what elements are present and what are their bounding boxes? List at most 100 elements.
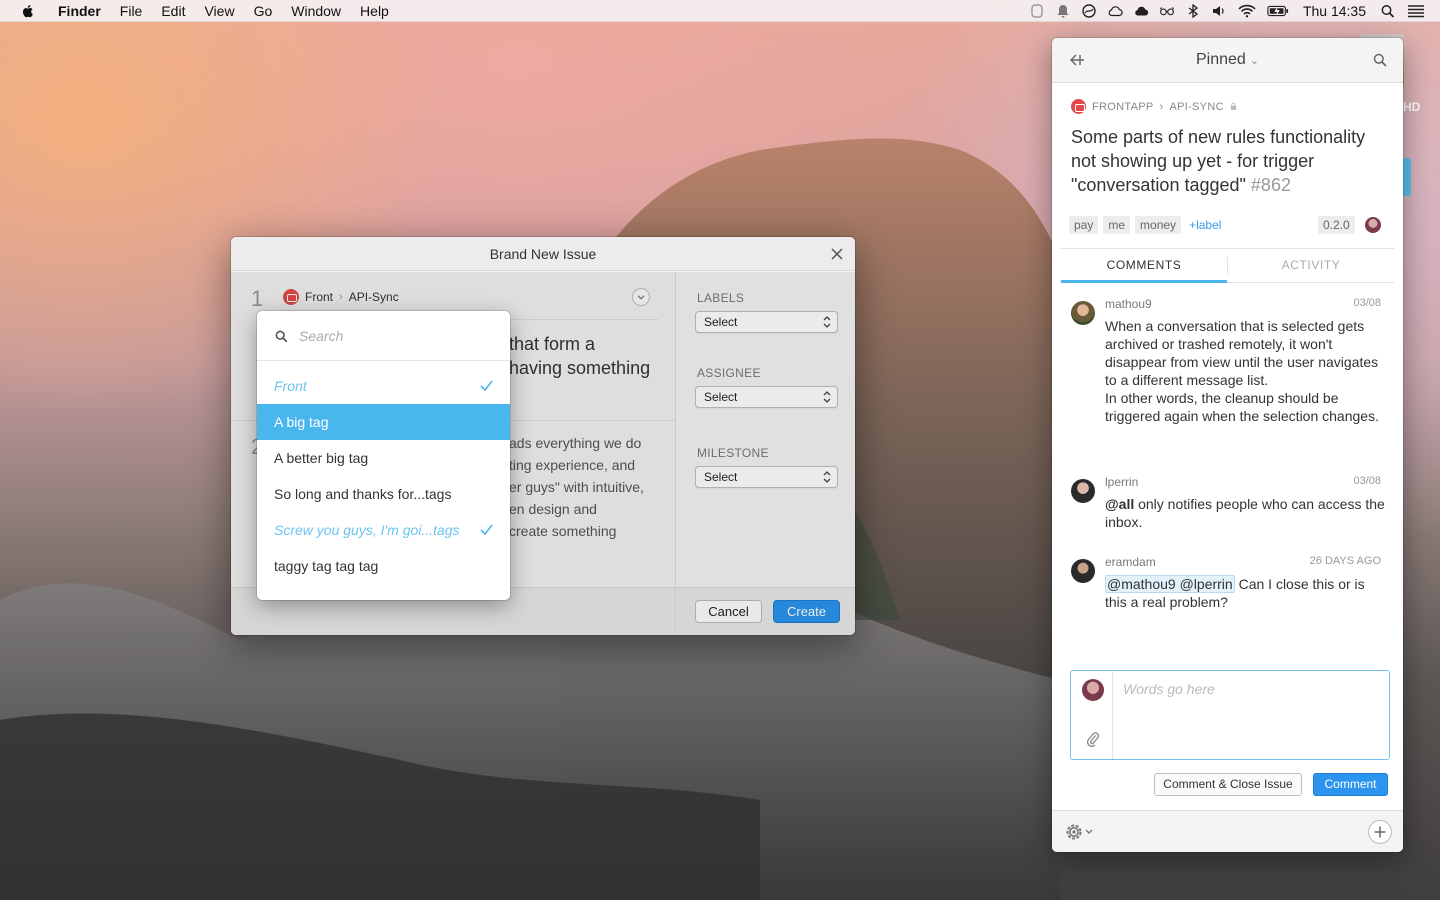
issue-repo-org: FRONTAPP <box>1092 100 1154 113</box>
menu-file[interactable]: File <box>120 3 143 19</box>
gear-icon[interactable] <box>1064 822 1096 842</box>
popover-search <box>257 311 510 361</box>
avatar[interactable] <box>1071 559 1095 583</box>
label-option-taggy[interactable]: taggy tag tag tag <box>257 548 510 584</box>
panel-tabs: COMMENTS ACTIVITY <box>1061 248 1394 283</box>
comment-composer <box>1070 670 1390 760</box>
wifi-icon[interactable] <box>1237 4 1257 18</box>
issue-title-input[interactable]: that form a having something <box>509 332 669 380</box>
milestone-chip[interactable]: 0.2.0 <box>1318 216 1355 234</box>
add-label-button[interactable]: +label <box>1189 218 1221 232</box>
close-icon[interactable] <box>829 246 845 262</box>
do-not-disturb-icon[interactable] <box>1081 3 1097 18</box>
repo-org: Front <box>305 290 334 304</box>
issue-number: #862 <box>1250 175 1291 195</box>
issue-labels: pay me money +label <box>1069 216 1221 234</box>
tab-activity[interactable]: ACTIVITY <box>1228 249 1394 282</box>
list-icon[interactable] <box>1406 4 1426 18</box>
label-option-so-long[interactable]: So long and thanks for...tags <box>257 476 510 512</box>
bell-icon[interactable] <box>1055 4 1071 18</box>
front-logo-icon <box>1071 99 1086 114</box>
comment-button[interactable]: Comment <box>1313 773 1388 796</box>
dialog-sidebar: LABELS Select ASSIGNEE Select MILESTONE … <box>675 272 855 587</box>
apple-logo-icon[interactable] <box>20 3 36 19</box>
menu-help[interactable]: Help <box>360 3 389 19</box>
issue-title-text: Some parts of new rules functionality no… <box>1071 127 1366 195</box>
panel-header: Pinned ⌄ <box>1052 38 1403 83</box>
issue-panel: Pinned ⌄ FRONTAPP › API-SYNC Some parts o… <box>1052 38 1403 852</box>
select-arrows-icon <box>823 391 831 403</box>
search-icon[interactable] <box>1373 53 1387 67</box>
labels-select[interactable]: Select <box>695 311 838 333</box>
assignee-select[interactable]: Select <box>695 386 838 408</box>
notification-icon[interactable] <box>1029 3 1045 18</box>
repo-path[interactable]: Front › API-Sync <box>283 289 399 305</box>
search-icon <box>275 330 288 343</box>
label-group-front[interactable]: Front <box>257 368 510 404</box>
label-option-text: A better big tag <box>274 450 369 466</box>
cloud-filled-icon[interactable] <box>1133 4 1149 18</box>
label-chip[interactable]: me <box>1103 216 1131 234</box>
menu-view[interactable]: View <box>204 3 234 19</box>
avatar[interactable] <box>1071 301 1095 325</box>
comment-date: 03/08 <box>1353 475 1381 487</box>
cloud-icon[interactable] <box>1107 4 1123 18</box>
comment-author[interactable]: eramdam <box>1105 555 1156 569</box>
label-option-text: Screw you guys, I'm goi...tags <box>274 522 460 538</box>
milestone-select[interactable]: Select <box>695 466 838 488</box>
labels-popover: Front A big tag A better big tag So long… <box>257 311 510 600</box>
menu-window[interactable]: Window <box>291 3 341 19</box>
label-option-text: A big tag <box>274 414 329 430</box>
menu-edit[interactable]: Edit <box>161 3 185 19</box>
label-search-input[interactable] <box>299 325 489 347</box>
comment-body: @mathou9 @lperrin Can I close this or is… <box>1105 575 1385 611</box>
issue-repo-path[interactable]: FRONTAPP › API-SYNC <box>1071 99 1237 114</box>
chevron-down-icon[interactable] <box>632 288 650 306</box>
comment-author[interactable]: lperrin <box>1105 475 1138 489</box>
menu-go[interactable]: Go <box>254 3 273 19</box>
comment-and-close-button[interactable]: Comment & Close Issue <box>1154 773 1302 796</box>
create-button[interactable]: Create <box>773 600 840 623</box>
menubar-clock[interactable]: Thu 14:35 <box>1303 3 1366 19</box>
milestone-heading: MILESTONE <box>697 446 769 460</box>
label-chip[interactable]: pay <box>1069 216 1099 234</box>
bluetooth-icon[interactable] <box>1185 3 1201 18</box>
label-option-text: So long and thanks for...tags <box>274 486 452 502</box>
lock-icon <box>1230 102 1236 110</box>
avatar[interactable] <box>1071 479 1095 503</box>
spotlight-icon[interactable] <box>1380 4 1396 18</box>
panel-title-text: Pinned <box>1195 51 1246 68</box>
comment-body: @all only notifies people who can access… <box>1105 495 1385 531</box>
paperclip-icon[interactable] <box>1087 731 1099 747</box>
mention[interactable]: @mathou9 @lperrin <box>1105 575 1235 593</box>
issue-title: Some parts of new rules functionality no… <box>1071 125 1381 197</box>
mention[interactable]: @all <box>1105 496 1134 512</box>
label-option-a-better-big-tag[interactable]: A better big tag <box>257 440 510 476</box>
label-chip[interactable]: money <box>1135 216 1182 234</box>
volume-icon[interactable] <box>1211 4 1227 18</box>
comment-input[interactable] <box>1123 681 1378 751</box>
hard-drive-label: HD <box>1403 100 1421 114</box>
tab-comments[interactable]: COMMENTS <box>1061 249 1227 283</box>
comment-date: 03/08 <box>1353 297 1381 309</box>
panel-title[interactable]: Pinned ⌄ <box>1052 51 1403 69</box>
dialog-title: Brand New Issue <box>489 246 597 262</box>
label-group-screw-you-guys[interactable]: Screw you guys, I'm goi...tags <box>257 512 510 548</box>
glasses-icon[interactable] <box>1159 4 1175 18</box>
add-button[interactable] <box>1368 820 1392 844</box>
issue-body-input[interactable]: ads everything we do ting experience, an… <box>509 432 669 542</box>
select-arrows-icon <box>823 316 831 328</box>
assignee-avatar[interactable] <box>1365 217 1381 233</box>
cancel-button[interactable]: Cancel <box>695 600 762 623</box>
comment-author[interactable]: mathou9 <box>1105 297 1152 311</box>
labels-heading: LABELS <box>697 291 745 305</box>
front-logo-icon <box>283 289 299 305</box>
comment-body: When a conversation that is selected get… <box>1105 318 1379 424</box>
select-arrows-icon <box>823 471 831 483</box>
labels-select-value: Select <box>704 315 738 329</box>
label-list: Front A big tag A better big tag So long… <box>257 368 510 584</box>
battery-icon[interactable] <box>1267 4 1289 18</box>
menu-app-name[interactable]: Finder <box>58 3 101 19</box>
repo-name: API-Sync <box>348 290 399 304</box>
label-option-a-big-tag[interactable]: A big tag <box>257 404 510 440</box>
